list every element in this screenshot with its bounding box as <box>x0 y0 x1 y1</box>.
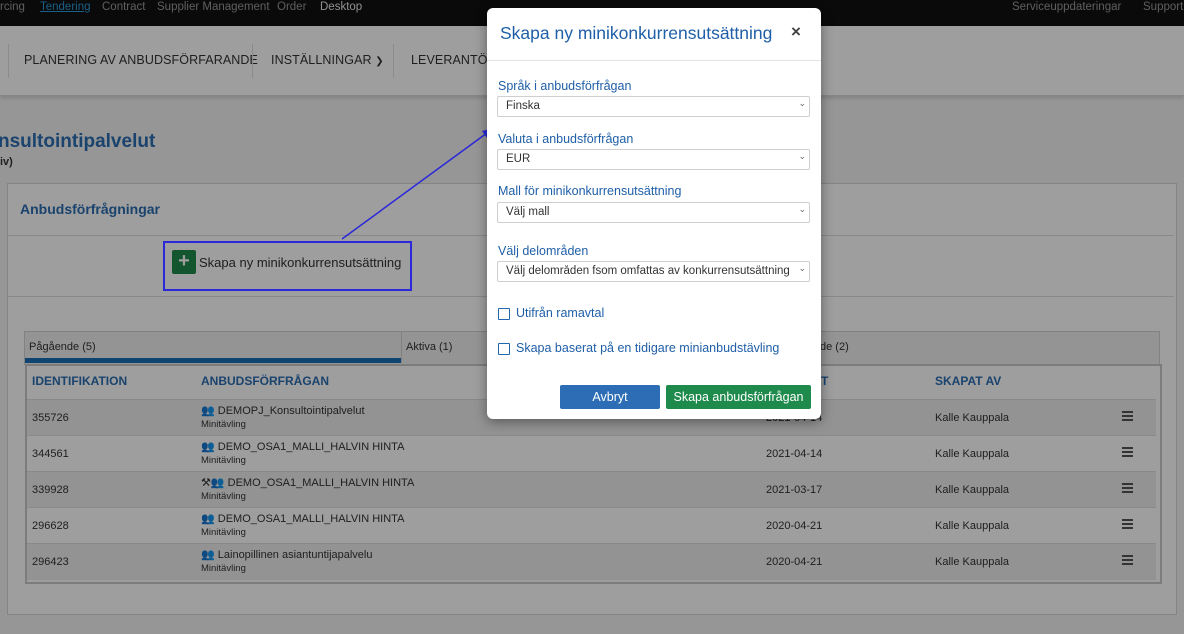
dialog-title: Skapa ny minikonkurrensutsättning <box>500 23 773 43</box>
create-mini-competition-dialog: Skapa ny minikonkurrensutsättning × Språ… <box>487 8 821 419</box>
highlight-box <box>163 241 412 291</box>
template-select[interactable]: Välj mall ⌄ <box>497 202 810 223</box>
create-request-button[interactable]: Skapa anbudsförfrågan <box>666 385 811 409</box>
close-icon[interactable]: × <box>791 22 801 42</box>
chevron-down-icon: ⌄ <box>798 98 806 108</box>
dialog-divider <box>487 60 821 61</box>
currency-select[interactable]: EUR ⌄ <box>497 149 810 170</box>
chevron-down-icon: ⌄ <box>798 204 806 214</box>
previous-competition-checkbox-label[interactable]: Skapa baserat på en tidigare minianbudst… <box>516 341 779 355</box>
subareas-label: Välj delområden <box>498 244 589 258</box>
framework-checkbox[interactable] <box>498 308 510 320</box>
subareas-select[interactable]: Välj delområden fsom omfattas av konkurr… <box>497 261 810 282</box>
currency-label: Valuta i anbudsförfrågan <box>498 132 634 146</box>
previous-competition-checkbox[interactable] <box>498 343 510 355</box>
chevron-down-icon: ⌄ <box>798 263 806 273</box>
language-label: Språk i anbudsförfrågan <box>498 79 632 93</box>
currency-value: EUR <box>506 153 531 165</box>
cancel-button[interactable]: Avbryt <box>560 385 660 409</box>
subareas-value: Välj delområden fsom omfattas av konkurr… <box>506 265 790 277</box>
template-label: Mall för minikonkurrensutsättning <box>498 184 682 198</box>
language-select[interactable]: Finska ⌄ <box>497 96 810 117</box>
chevron-down-icon: ⌄ <box>798 151 806 161</box>
framework-checkbox-label[interactable]: Utifrån ramavtal <box>516 306 604 320</box>
language-value: Finska <box>506 100 540 112</box>
template-value: Välj mall <box>506 206 550 218</box>
